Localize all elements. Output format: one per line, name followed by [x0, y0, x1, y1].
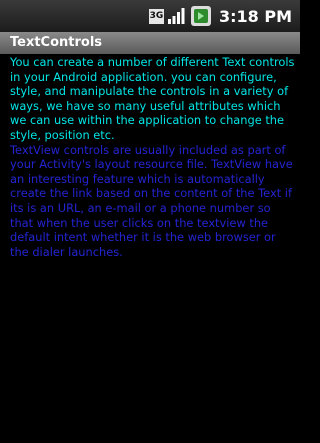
- content-area: You can create a number of different Tex…: [0, 54, 300, 259]
- signal-strength-icon: [167, 8, 185, 24]
- app-title: TextControls: [10, 35, 103, 50]
- text-view-primary: You can create a number of different Tex…: [10, 55, 295, 142]
- text-view-secondary: TextView controls are usually included a…: [10, 142, 293, 259]
- battery-charging-icon: [190, 6, 211, 26]
- network-3g-icon: 3G: [148, 8, 164, 24]
- status-clock: 3:18 PM: [218, 6, 292, 26]
- status-bar: 3G 3:18 PM: [0, 0, 300, 32]
- title-bar: TextControls: [0, 32, 300, 54]
- app-screen: 3G 3:18 PM TextControls You can create a…: [0, 0, 300, 443]
